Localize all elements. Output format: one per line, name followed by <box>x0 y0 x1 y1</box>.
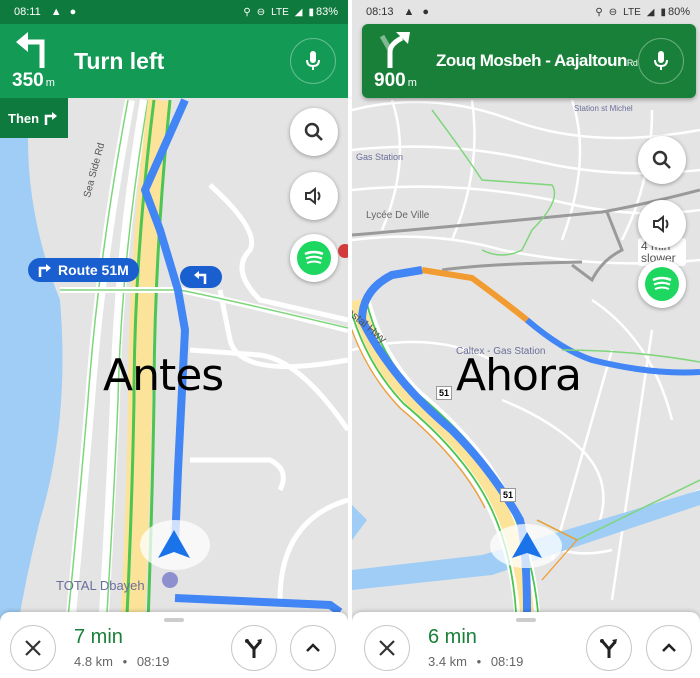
microphone-button[interactable] <box>638 38 684 84</box>
poi-label[interactable]: TOTAL Dbayeh <box>56 578 145 593</box>
expand-button[interactable] <box>290 625 336 671</box>
turn-right-icon <box>38 264 51 277</box>
chevron-up-icon <box>306 643 320 652</box>
alternate-routes-button[interactable] <box>586 625 632 671</box>
instruction-text: Turn left <box>74 47 165 74</box>
battery-percent: 83% <box>315 6 338 18</box>
eta-duration: 6 min <box>428 626 477 648</box>
caption-label: Ahora <box>456 350 582 401</box>
volume-icon <box>305 187 321 205</box>
panel-before: 08:11 ▲ ● ⚲ ⊖ LTE ◢ ▮ 83% 350 m Turn left… <box>0 0 348 678</box>
close-icon <box>25 640 41 656</box>
turn-right-icon <box>44 112 58 125</box>
close-icon <box>379 640 395 656</box>
sheet-handle[interactable] <box>516 618 536 622</box>
status-bar: 08:11 ▲ ● ⚲ ⊖ LTE ◢ ▮ 83% <box>0 0 348 24</box>
slight-right-icon <box>379 32 410 68</box>
location-icon: ⚲ <box>595 6 603 18</box>
instruction-text: Zouq Mosbeh - AajaltounRd <box>436 51 638 70</box>
spotify-icon <box>304 250 324 264</box>
status-time: 08:13 <box>366 6 394 18</box>
microphone-icon <box>306 51 320 70</box>
status-bar: 08:13 ▲ ● ⚲ ⊖ LTE ◢ ▮ 80% <box>352 0 700 24</box>
poi-label[interactable]: Station st Michel <box>574 104 633 113</box>
battery-icon: ▮ <box>660 6 666 18</box>
location-icon: ⚲ <box>243 6 251 18</box>
route-callout[interactable]: Route 51M <box>28 258 139 282</box>
turn-left-icon <box>16 32 45 68</box>
search-button[interactable] <box>290 108 338 156</box>
direction-banner[interactable]: 350 m Turn left <box>0 24 348 98</box>
lte-label: LTE <box>623 6 641 18</box>
route-shield: 51 <box>436 386 453 400</box>
lte-label: LTE <box>271 6 289 18</box>
turn-callout <box>180 266 222 288</box>
current-location-arrow-icon <box>158 530 190 558</box>
close-button[interactable] <box>10 625 56 671</box>
volume-icon <box>653 215 669 233</box>
route-shield: 51 <box>500 488 517 502</box>
spotify-button[interactable] <box>638 260 686 308</box>
status-time: 08:11 <box>14 6 41 18</box>
microphone-button[interactable] <box>290 38 336 84</box>
eta-duration: 7 min <box>74 626 123 648</box>
expand-button[interactable] <box>646 625 692 671</box>
spotify-status-icon: ● <box>422 6 430 18</box>
sound-button[interactable] <box>638 200 686 248</box>
eta-details: 4.8 km • 08:19 <box>74 654 170 669</box>
spotify-status-icon: ● <box>69 6 77 18</box>
map-canvas[interactable] <box>352 0 700 678</box>
turn-left-icon <box>194 271 207 284</box>
panel-after: 08:13 ▲ ● ⚲ ⊖ LTE ◢ ▮ 80% 900 m Zouq Mosb… <box>352 0 700 678</box>
eta-details: 3.4 km • 08:19 <box>428 654 524 669</box>
chevron-up-icon <box>662 643 676 652</box>
alternate-routes-icon <box>600 639 617 658</box>
poi-label[interactable]: Gas Station <box>356 152 403 162</box>
battery-percent: 80% <box>667 6 690 18</box>
then-indicator: Then <box>0 98 68 138</box>
water-area <box>0 100 63 678</box>
battery-icon: ▮ <box>308 6 314 18</box>
spotify-icon <box>652 276 672 290</box>
sound-button[interactable] <box>290 172 338 220</box>
direction-banner[interactable]: 900 m Zouq Mosbeh - AajaltounRd <box>362 24 696 98</box>
signal-icon: ◢ <box>646 6 655 18</box>
search-button[interactable] <box>638 136 686 184</box>
caption-label: Antes <box>103 350 224 401</box>
microphone-icon <box>654 51 668 70</box>
road-closure-icon <box>338 244 348 258</box>
trip-summary-sheet[interactable]: 7 min 4.8 km • 08:19 <box>0 612 348 678</box>
distance-to-turn: 350 m <box>12 70 55 91</box>
dnd-icon: ⊖ <box>608 6 618 18</box>
sheet-handle[interactable] <box>164 618 184 622</box>
close-button[interactable] <box>364 625 410 671</box>
spotify-button[interactable] <box>290 234 338 282</box>
navigation-icon: ▲ <box>403 6 415 18</box>
trip-summary-sheet[interactable]: 6 min 3.4 km • 08:19 <box>352 612 700 678</box>
signal-icon: ◢ <box>294 6 303 18</box>
search-icon <box>652 150 671 169</box>
gas-station-icon[interactable] <box>162 572 178 588</box>
distance-to-turn: 900 m <box>374 70 417 91</box>
navigation-icon: ▲ <box>50 6 62 18</box>
alternate-routes-icon <box>245 639 262 658</box>
poi-label[interactable]: Lycée De Ville <box>366 210 429 221</box>
current-location-arrow-icon <box>512 532 542 558</box>
alternate-routes-button[interactable] <box>231 625 277 671</box>
search-icon <box>304 122 323 141</box>
dnd-icon: ⊖ <box>256 6 266 18</box>
